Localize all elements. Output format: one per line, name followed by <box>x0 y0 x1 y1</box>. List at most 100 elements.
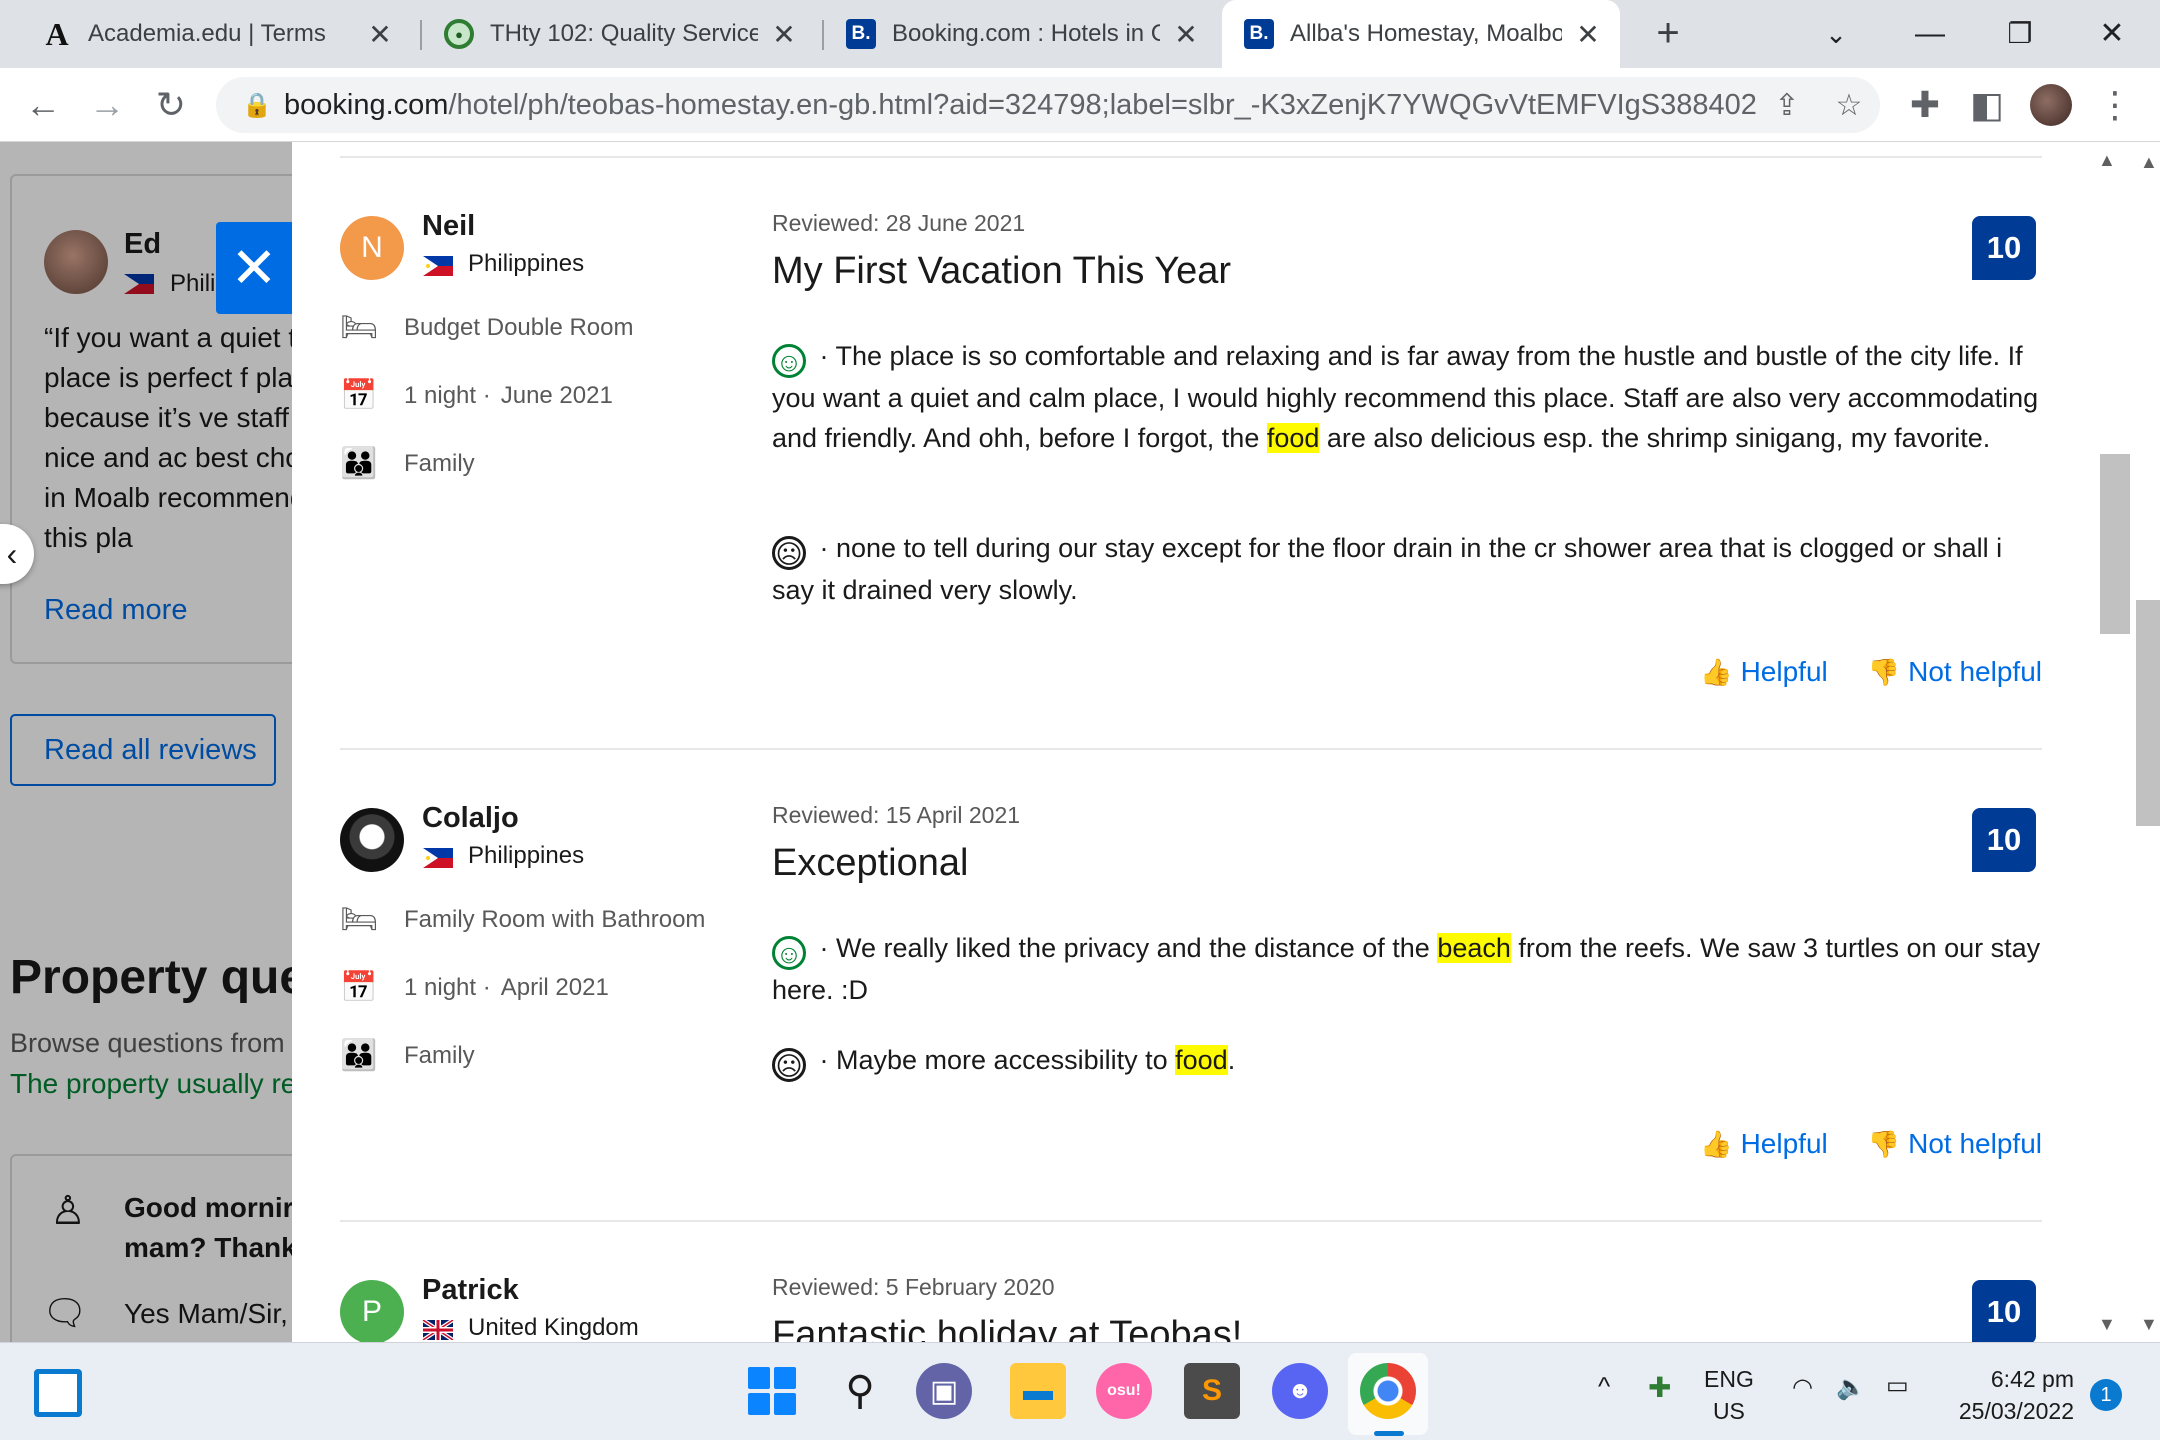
tab-booking-hotels[interactable]: B. Booking.com : Hotels in C ✕ <box>824 0 1218 68</box>
windows-logo-icon <box>748 1367 796 1415</box>
review-title: Exceptional <box>772 842 969 884</box>
frown-icon: ☹ <box>772 1048 806 1082</box>
extensions-puzzle-icon[interactable]: ✚ <box>1900 80 1950 130</box>
helpful-button[interactable]: 👍 Helpful <box>1700 656 1828 688</box>
highlighted-keyword: beach <box>1437 933 1511 963</box>
booking-b-icon: B. <box>1244 19 1274 49</box>
tab-close-icon[interactable]: ✕ <box>1574 18 1602 51</box>
reviewer-name: Neil <box>422 210 476 242</box>
battery-icon[interactable]: ▭ <box>1886 1371 1909 1400</box>
panel-scroll-thumb[interactable] <box>2100 454 2130 634</box>
file-explorer-icon[interactable]: ▬ <box>1010 1363 1066 1419</box>
modal-overlay[interactable] <box>0 142 292 1342</box>
language-indicator[interactable]: ENG US <box>1704 1363 1754 1427</box>
bookmark-star-icon[interactable]: ☆ <box>1818 88 1880 123</box>
tab-close-icon[interactable]: ✕ <box>770 18 798 51</box>
background-page: Ed Phili “If you want a quiet this place… <box>0 142 337 1342</box>
tab-allbas-homestay[interactable]: B. Allba's Homestay, Moalbo ✕ <box>1222 0 1620 68</box>
tab-strip: A Academia.edu | Terms ✕ ● THty 102: Qua… <box>0 0 2160 68</box>
teams-chat-icon[interactable]: ▣ <box>916 1363 972 1419</box>
reviewer-country: Philippines <box>468 250 585 277</box>
wifi-icon[interactable]: ◠ <box>1792 1373 1813 1402</box>
more-menu-icon[interactable]: ⋮ <box>2090 80 2140 130</box>
minimize-icon[interactable]: — <box>1906 10 1954 58</box>
tab-thty102[interactable]: ● THty 102: Quality Service ✕ <box>422 0 816 68</box>
system-clock[interactable]: 6:42 pm 25/03/2022 <box>1948 1363 2074 1427</box>
family-group-icon: 👪 <box>340 1039 378 1072</box>
room-type-row: 🛏 Budget Double Room <box>340 310 633 345</box>
helpful-button[interactable]: 👍 Helpful <box>1700 1128 1828 1160</box>
not-helpful-button[interactable]: 👎 Not helpful <box>1868 1128 2042 1160</box>
windows-taskbar: ⚲ ▣ ▬ osu! S ☻ ^ ✚ ENG US ◠ 🔈 ▭ 6:42 pm … <box>0 1342 2160 1440</box>
reload-icon[interactable]: ↻ <box>146 80 196 130</box>
review-date: Reviewed: 28 June 2021 <box>772 210 1026 236</box>
positive-text-tail: are also delicious esp. the shrimp sinig… <box>1319 423 1991 453</box>
url-path: /hotel/ph/teobas-homestay.en-gb.html?aid… <box>448 88 1756 121</box>
language-code: ENG <box>1704 1366 1754 1392</box>
philippines-flag-icon <box>423 256 453 276</box>
clock-time: 6:42 pm <box>1990 1366 2074 1392</box>
volume-icon[interactable]: 🔈 <box>1836 1373 1866 1402</box>
scroll-up-icon[interactable]: ▲ <box>2098 150 2116 171</box>
calendar-icon: 📅 <box>340 971 378 1004</box>
page-viewport: Ed Phili “If you want a quiet this place… <box>0 142 2160 1342</box>
review-votes: 👍 Helpful 👎 Not helpful <box>1700 656 2042 688</box>
smile-icon: ☺ <box>772 936 806 970</box>
tab-close-icon[interactable]: ✕ <box>1172 18 1200 51</box>
forward-arrow-icon[interactable]: → <box>82 80 132 130</box>
tray-app-icon[interactable]: ✚ <box>1648 1371 1671 1404</box>
divider <box>340 1220 2042 1222</box>
reviewer-name: Colaljo <box>422 802 519 834</box>
start-button[interactable] <box>744 1363 800 1419</box>
window-close-icon[interactable]: ✕ <box>2088 10 2136 58</box>
share-icon[interactable]: ⇪ <box>1756 88 1818 123</box>
reviewer-country: Philippines <box>468 842 585 869</box>
tab-search-chevron-icon[interactable]: ⌄ <box>1812 10 1860 58</box>
tab-academia[interactable]: A Academia.edu | Terms ✕ <box>20 0 412 68</box>
highlighted-keyword: food <box>1266 423 1320 453</box>
avatar <box>340 808 404 872</box>
scroll-down-icon[interactable]: ▼ <box>2098 1314 2116 1335</box>
reviewer-name: Patrick <box>422 1274 519 1306</box>
thumbs-down-icon: 👎 <box>1867 1128 1901 1159</box>
notification-badge[interactable]: 1 <box>2090 1379 2122 1411</box>
chrome-icon[interactable] <box>1360 1363 1416 1419</box>
traveller-type-row: 👪 Family <box>340 446 475 481</box>
url-text[interactable]: booking.com/hotel/ph/teobas-homestay.en-… <box>284 89 1756 122</box>
review-negative: ☹ · none to tell during our stay except … <box>772 528 2042 610</box>
not-helpful-label: Not helpful <box>1908 656 2042 687</box>
new-tab-button[interactable]: + <box>1644 10 1692 58</box>
stay-date: June 2021 <box>500 381 613 409</box>
profile-avatar[interactable] <box>2030 84 2072 126</box>
address-bar[interactable]: 🔒 booking.com/hotel/ph/teobas-homestay.e… <box>216 77 1880 133</box>
frown-icon: ☹ <box>772 536 806 570</box>
tab-title: Allba's Homestay, Moalbo <box>1290 20 1562 47</box>
outer-scroll-down-icon[interactable]: ▼ <box>2140 1314 2158 1335</box>
booking-b-icon: B. <box>846 19 876 49</box>
review-item: N Neil Philippines 🛏 Budget Double Room 📅… <box>340 210 2042 776</box>
reviews-panel: N Neil Philippines 🛏 Budget Double Room 📅… <box>292 142 2084 1342</box>
room-type-row: 🛏 Family Room with Bathroom <box>340 902 705 937</box>
osu-icon[interactable]: osu! <box>1096 1363 1152 1419</box>
review-date: Reviewed: 15 April 2021 <box>772 802 1021 828</box>
tray-overflow-chevron-icon[interactable]: ^ <box>1598 1371 1610 1402</box>
tab-title: Booking.com : Hotels in C <box>892 20 1160 47</box>
discord-icon[interactable]: ☻ <box>1272 1363 1328 1419</box>
review-score-badge: 10 <box>1972 808 2036 872</box>
widgets-icon[interactable] <box>34 1369 82 1417</box>
highlighted-keyword: food <box>1175 1045 1228 1075</box>
sublime-text-icon[interactable]: S <box>1184 1363 1240 1419</box>
search-icon[interactable]: ⚲ <box>832 1363 888 1419</box>
tab-title: Academia.edu | Terms <box>88 20 326 47</box>
keyboard-layout: US <box>1712 1398 1745 1424</box>
outer-scroll-thumb[interactable] <box>2136 600 2160 826</box>
page-scrollbar[interactable]: ▲ ▼ ▲ ▼ <box>2084 142 2160 1342</box>
outer-scroll-up-icon[interactable]: ▲ <box>2140 152 2158 173</box>
close-panel-button[interactable]: ✕ <box>216 222 292 314</box>
side-panel-icon[interactable]: ◧ <box>1962 80 2012 130</box>
tab-close-icon[interactable]: ✕ <box>366 18 394 51</box>
thumbs-down-icon: 👎 <box>1867 656 1901 687</box>
restore-icon[interactable]: ❐ <box>1996 10 2044 58</box>
not-helpful-button[interactable]: 👎 Not helpful <box>1868 656 2042 688</box>
back-arrow-icon[interactable]: ← <box>18 80 68 130</box>
